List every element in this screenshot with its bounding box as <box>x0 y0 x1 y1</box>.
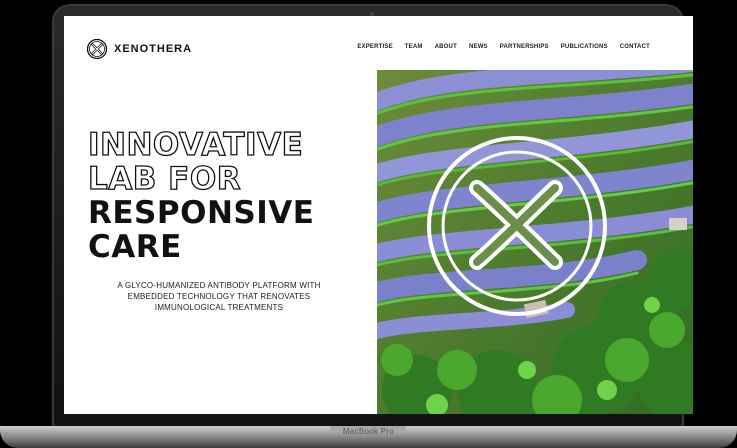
nav-item-news[interactable]: NEWS <box>469 44 488 50</box>
nav-item-contact[interactable]: CONTACT <box>620 44 650 50</box>
brand-name: XENOTHERA <box>114 43 193 55</box>
subtext-line-1: A GLYCO-HUMANIZED ANTIBODY PLATFORM WITH <box>117 281 321 290</box>
nav-item-publications[interactable]: PUBLICATIONS <box>561 44 608 50</box>
hero-headline: INNOVATIVE LAB FOR RESPONSIVE CARE <box>87 127 315 265</box>
laptop-base: MacBook Pro <box>0 426 737 448</box>
headline-line-3: RESPONSIVE <box>88 195 315 231</box>
nav-item-expertise[interactable]: EXPERTISE <box>357 44 392 50</box>
brand-logo[interactable]: XENOTHERA <box>86 38 192 60</box>
device-label: MacBook Pro <box>342 427 395 436</box>
main-navigation: EXPERTISE TEAM ABOUT NEWS PARTNERSHIPS P… <box>357 44 650 50</box>
subtext-line-3: IMMUNOLOGICAL TREATMENTS <box>154 303 284 312</box>
hero-subtext: A GLYCO-HUMANIZED ANTIBODY PLATFORM WITH… <box>88 280 350 313</box>
nav-item-about[interactable]: ABOUT <box>435 44 457 50</box>
nav-item-team[interactable]: TEAM <box>405 44 423 50</box>
terrace-illustration <box>377 70 693 414</box>
nav-item-partnerships[interactable]: PARTNERSHIPS <box>500 44 549 50</box>
headline-line-2: LAB FOR <box>87 161 242 197</box>
subtext-line-2: EMBEDDED TECHNOLOGY THAT RENOVATES <box>127 292 311 301</box>
xenothera-logo-icon <box>86 38 108 60</box>
website-screen: XENOTHERA EXPERTISE TEAM ABOUT NEWS PART… <box>64 16 693 414</box>
rice-terrace-hero-image <box>377 70 693 414</box>
headline-line-4: CARE <box>88 229 182 265</box>
headline-line-1: INNOVATIVE <box>87 127 304 163</box>
